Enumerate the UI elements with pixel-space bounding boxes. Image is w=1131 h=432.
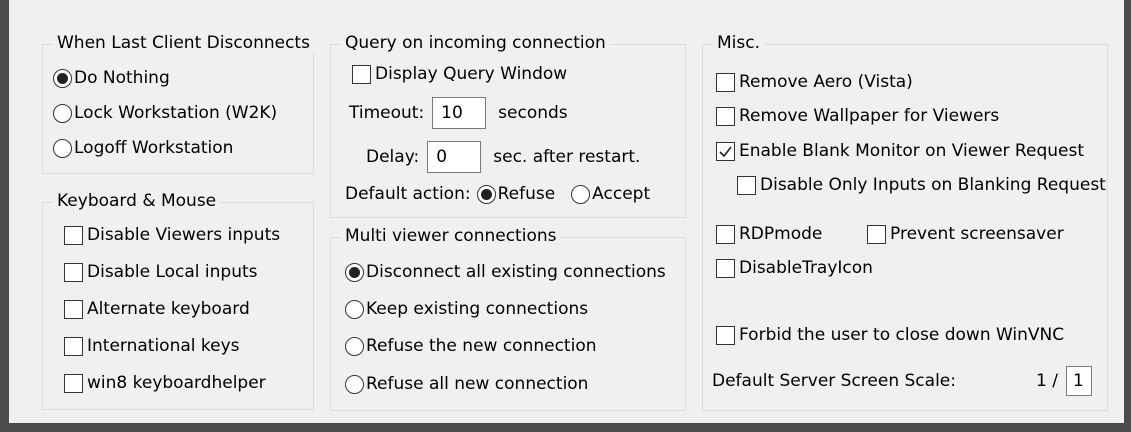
check-disable-tray-icon[interactable]: DisableTrayIcon: [716, 258, 873, 278]
delay-unit: sec. after restart.: [493, 147, 641, 167]
check-disable-viewers-inputs[interactable]: Disable Viewers inputs: [64, 225, 280, 245]
scale-prefix: 1 /: [1036, 371, 1058, 391]
checkbox-label: Disable Viewers inputs: [87, 225, 281, 245]
accept-label: Accept: [592, 184, 651, 204]
checkbox-label: Enable Blank Monitor on Viewer Request: [739, 141, 1084, 161]
checkbox-label: Display Query Window: [375, 64, 568, 84]
radio-do-nothing[interactable]: Do Nothing: [53, 68, 170, 88]
check-enable-blank-monitor[interactable]: Enable Blank Monitor on Viewer Request: [716, 141, 1084, 161]
radio-label: Refuse all new connection: [366, 374, 589, 394]
radio-indicator[interactable]: [345, 299, 364, 319]
checkbox-label: International keys: [87, 336, 240, 356]
checkbox-label: win8 keyboardhelper: [87, 373, 266, 393]
checkbox[interactable]: [64, 299, 83, 319]
timeout-input[interactable]: 10: [432, 97, 487, 129]
radio-refuse-all-new[interactable]: Refuse all new connection: [345, 374, 588, 394]
check-disable-local-inputs[interactable]: Disable Local inputs: [64, 262, 258, 282]
timeout-unit: seconds: [498, 103, 568, 123]
default-action-label: Default action:: [345, 184, 471, 204]
checkbox[interactable]: [716, 72, 735, 92]
check-win8-keyboardhelper[interactable]: win8 keyboardhelper: [64, 373, 266, 393]
check-forbid-close[interactable]: Forbid the user to close down WinVNC: [716, 325, 1064, 345]
checkbox[interactable]: [64, 336, 83, 356]
window-frame-right: [1124, 0, 1131, 432]
timeout-label: Timeout:: [349, 103, 425, 123]
radio-label: Do Nothing: [74, 68, 170, 88]
delay-row: Delay: 0 sec. after restart.: [366, 141, 640, 173]
radio-disconnect-all[interactable]: Disconnect all existing connections: [345, 262, 666, 282]
check-remove-wallpaper[interactable]: Remove Wallpaper for Viewers: [716, 106, 999, 126]
checkbox[interactable]: [64, 373, 83, 393]
radio-indicator[interactable]: [345, 374, 364, 394]
scale-input[interactable]: 1: [1066, 366, 1092, 396]
checkbox[interactable]: [867, 224, 886, 244]
checkbox-label: Remove Wallpaper for Viewers: [739, 106, 1000, 126]
check-prevent-screensaver[interactable]: Prevent screensaver: [867, 224, 1064, 244]
radio-lock-workstation[interactable]: Lock Workstation (W2K): [53, 103, 277, 123]
radio-refuse[interactable]: [476, 184, 496, 204]
refuse-label: Refuse: [497, 184, 556, 204]
window-frame-bottom: [0, 423, 1131, 432]
check-disable-only-inputs[interactable]: Disable Only Inputs on Blanking Request: [737, 175, 1106, 195]
radio-indicator[interactable]: [53, 103, 72, 123]
radio-refuse-new[interactable]: Refuse the new connection: [345, 336, 597, 356]
checkbox[interactable]: [716, 106, 735, 126]
radio-keep-existing[interactable]: Keep existing connections: [345, 299, 588, 319]
window-frame-left: [0, 0, 9, 432]
radio-indicator[interactable]: [345, 262, 364, 282]
check-alternate-keyboard[interactable]: Alternate keyboard: [64, 299, 250, 319]
check-remove-aero[interactable]: Remove Aero (Vista): [716, 72, 913, 92]
checkbox[interactable]: [716, 258, 735, 278]
delay-label: Delay:: [366, 147, 420, 167]
misc-title: Misc.: [713, 33, 764, 53]
radio-indicator[interactable]: [53, 138, 72, 158]
timeout-row: Timeout: 10 seconds: [349, 97, 568, 129]
radio-label: Refuse the new connection: [366, 336, 597, 356]
radio-indicator[interactable]: [345, 336, 364, 356]
checkbox-label: DisableTrayIcon: [739, 258, 873, 278]
keyboard-mouse-title: Keyboard & Mouse: [53, 191, 221, 211]
radio-label: Logoff Workstation: [74, 138, 234, 158]
scale-label: Default Server Screen Scale:: [712, 371, 956, 391]
checkbox-label: Prevent screensaver: [890, 224, 1064, 244]
radio-label: Disconnect all existing connections: [366, 262, 666, 282]
check-display-query-window[interactable]: Display Query Window: [352, 64, 567, 84]
checkbox-label: RDPmode: [739, 224, 823, 244]
radio-label: Lock Workstation (W2K): [74, 103, 278, 123]
radio-accept[interactable]: [571, 184, 591, 204]
checkbox-label: Remove Aero (Vista): [739, 72, 913, 92]
checkbox[interactable]: [352, 64, 371, 84]
delay-input[interactable]: 0: [427, 141, 482, 173]
checkbox[interactable]: [716, 224, 735, 244]
checkbox-label: Forbid the user to close down WinVNC: [739, 325, 1065, 345]
checkbox-label: Disable Only Inputs on Blanking Request: [760, 175, 1106, 195]
default-action-row: Default action: Refuse Accept: [345, 184, 650, 204]
checkbox[interactable]: [716, 325, 735, 345]
checkbox[interactable]: [716, 141, 735, 161]
radio-indicator[interactable]: [53, 68, 72, 88]
last-client-title: When Last Client Disconnects: [53, 33, 314, 53]
checkbox[interactable]: [64, 262, 83, 282]
radio-logoff-workstation[interactable]: Logoff Workstation: [53, 138, 233, 158]
multi-viewer-title: Multi viewer connections: [341, 226, 561, 246]
checkbox-label: Disable Local inputs: [87, 262, 258, 282]
scale-row: Default Server Screen Scale: 1 / 1: [712, 366, 1092, 396]
checkbox-label: Alternate keyboard: [87, 299, 250, 319]
checkbox[interactable]: [64, 225, 83, 245]
check-international-keys[interactable]: International keys: [64, 336, 240, 356]
radio-label: Keep existing connections: [366, 299, 589, 319]
check-rdpmode[interactable]: RDPmode: [716, 224, 822, 244]
query-title: Query on incoming connection: [341, 33, 610, 53]
checkbox[interactable]: [737, 175, 756, 195]
